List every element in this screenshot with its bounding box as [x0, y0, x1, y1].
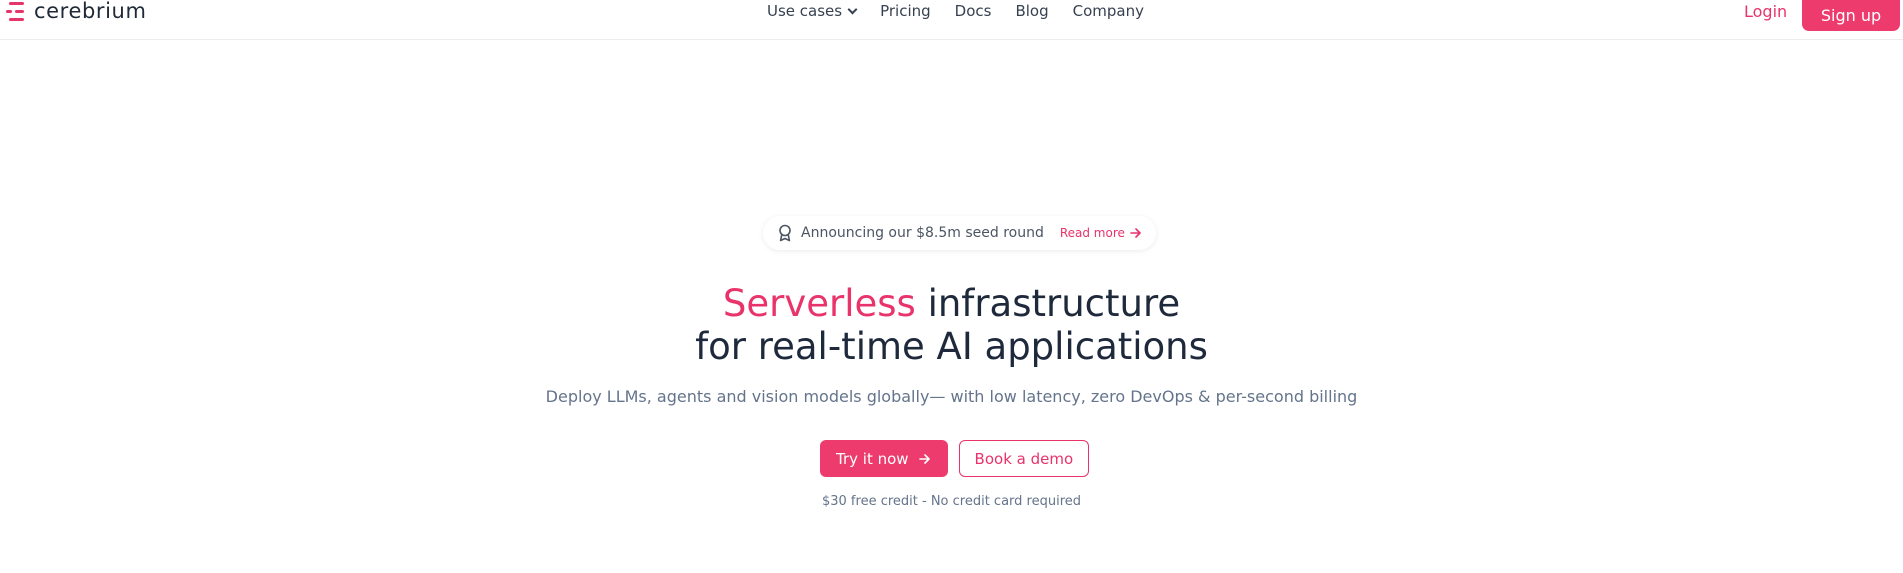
hero-title-accent: Serverless — [722, 282, 916, 325]
hero-title: Serverless infrastructure for real-time … — [0, 282, 1903, 368]
brand-logo[interactable]: cerebrium — [6, 0, 147, 22]
logo-icon — [6, 0, 26, 22]
hero-subtitle: Deploy LLMs, agents and vision models gl… — [545, 387, 1358, 406]
announcement-pill[interactable]: Announcing our $8.5m seed round Read mor… — [763, 216, 1156, 250]
award-icon — [779, 224, 791, 242]
chevron-down-icon — [847, 4, 858, 14]
main-nav: Use cases Pricing Docs Blog Company — [767, 1, 1168, 21]
nav-item-docs[interactable]: Docs — [955, 2, 992, 20]
read-more-link[interactable]: Read more — [1060, 226, 1142, 240]
signup-button[interactable]: Sign up — [1802, 0, 1900, 31]
login-link[interactable]: Login — [1744, 2, 1787, 21]
brand-name: cerebrium — [34, 0, 147, 23]
site-header: cerebrium Use cases Pricing Docs Blog Co… — [0, 0, 1903, 40]
credit-note: $30 free credit - No credit card require… — [821, 494, 1082, 509]
nav-item-pricing[interactable]: Pricing — [880, 2, 931, 20]
hero-title-line2: for real-time AI applications — [695, 325, 1208, 368]
nav-item-blog[interactable]: Blog — [1015, 2, 1048, 20]
nav-item-label: Use cases — [767, 2, 843, 20]
cta-buttons: Try it now Book a demo — [820, 440, 1090, 477]
arrow-right-icon — [1130, 228, 1141, 238]
announcement-text: Announcing our $8.5m seed round — [801, 225, 1044, 241]
nav-item-company[interactable]: Company — [1073, 2, 1144, 20]
hero-title-rest: infrastructure — [915, 282, 1181, 325]
try-it-now-label: Try it now — [836, 449, 909, 468]
nav-item-use-cases[interactable]: Use cases — [767, 2, 858, 20]
arrow-right-icon — [918, 453, 930, 464]
try-it-now-button[interactable]: Try it now — [820, 440, 948, 477]
book-demo-button[interactable]: Book a demo — [958, 440, 1090, 477]
read-more-label: Read more — [1059, 226, 1125, 240]
